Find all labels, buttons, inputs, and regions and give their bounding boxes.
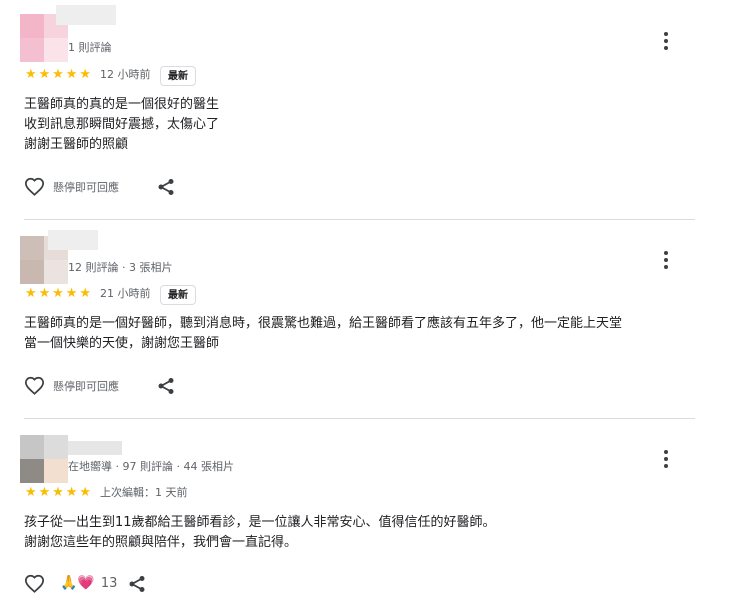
review-time: 21 小時前 [100,287,151,300]
star-icon: ★ [38,286,51,301]
like-hint: 懸停即可回應 [53,180,119,194]
new-badge: 最新 [160,66,196,86]
reaction-emoji: 🙏💗 [60,575,95,591]
review-card-3: 在地嚮導 · 97 則評論 · 44 張相片 ★ ★ ★ ★ ★ 上次編輯：1 … [0,419,736,616]
reviewer-name-blurred[interactable] [56,5,116,25]
review-text: 王醫師真的真的是一個很好的醫生 收到訊息那瞬間好震撼，太傷心了 謝謝王醫師的照顧 [24,95,219,155]
like-button[interactable] [24,574,45,593]
review-time: 12 小時前 [100,68,151,81]
reviewer-meta: 12 則評論 · 3 張相片 [68,261,173,274]
reviewer-meta: 1 則評論 [68,41,112,54]
star-icon: ★ [52,67,64,82]
star-rating: ★ ★ ★ ★ ★ [24,68,92,82]
star-icon: ★ [52,286,64,301]
avatar[interactable] [20,435,68,483]
like-button[interactable]: 懸停即可回應 [24,177,119,196]
star-icon: ★ [24,485,37,500]
review-text-line: 謝謝您這些年的照顧與陪伴，我們會一直記得。 [24,535,298,550]
review-text-line: 孩子從一出生到11歲都給王醫師看診，是一位讓人非常安心、值得信任的好醫師。 [24,515,496,530]
review-time: 上次編輯：1 天前 [100,486,188,499]
new-badge: 最新 [160,285,196,305]
share-icon[interactable] [128,575,146,593]
like-hint: 懸停即可回應 [53,379,119,393]
reviewer-name-blurred[interactable] [68,441,122,455]
star-icon: ★ [38,67,51,82]
review-text-line: 當一個快樂的天使，謝謝您王醫師 [24,336,220,351]
more-vert-icon[interactable] [658,250,674,270]
heart-outline-icon [24,177,45,196]
review-text-line: 收到訊息那瞬間好震撼，太傷心了 [24,117,220,132]
star-rating: ★ ★ ★ ★ ★ [24,287,92,301]
review-card-2: 12 則評論 · 3 張相片 ★ ★ ★ ★ ★ 21 小時前 最新 王醫師真的… [0,220,736,420]
star-icon: ★ [38,485,51,500]
more-vert-icon[interactable] [658,31,674,51]
share-icon[interactable] [157,178,175,196]
review-text: 孩子從一出生到11歲都給王醫師看診，是一位讓人非常安心、值得信任的好醫師。 謝謝… [24,513,496,553]
star-rating: ★ ★ ★ ★ ★ [24,486,92,500]
review-text: 王醫師真的是一個好醫師，聽到消息時，很震驚也難過，給王醫師看了應該有五年多了，他… [24,314,622,354]
heart-outline-icon [24,376,45,395]
heart-outline-icon [24,574,45,593]
star-icon: ★ [24,67,37,82]
like-button[interactable]: 懸停即可回應 [24,376,119,395]
review-text-line: 王醫師真的是一個好醫師，聽到消息時，很震驚也難過，給王醫師看了應該有五年多了，他… [24,316,623,331]
star-icon: ★ [79,485,91,500]
reaction-count: 13 [100,575,118,591]
star-icon: ★ [65,67,78,82]
reviewer-name-blurred[interactable] [48,230,98,250]
star-icon: ★ [65,485,78,500]
star-icon: ★ [79,67,91,82]
star-icon: ★ [52,485,64,500]
review-text-line: 王醫師真的真的是一個很好的醫生 [24,97,220,112]
more-vert-icon[interactable] [658,449,674,469]
reaction-summary[interactable]: 🙏💗 13 [60,574,117,592]
star-icon: ★ [65,286,78,301]
share-icon[interactable] [157,377,175,395]
reviewer-meta: 在地嚮導 · 97 則評論 · 44 張相片 [68,460,234,473]
star-icon: ★ [24,286,37,301]
review-card-1: 1 則評論 ★ ★ ★ ★ ★ 12 小時前 最新 王醫師真的真的是一個很好的醫… [0,0,736,210]
review-text-line: 謝謝王醫師的照顧 [24,137,129,152]
star-icon: ★ [79,286,91,301]
